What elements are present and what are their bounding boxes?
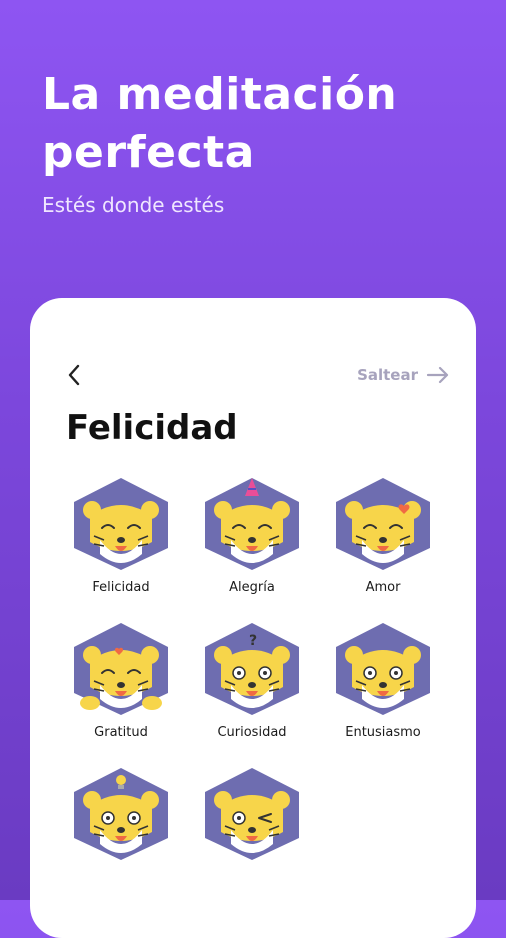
- phone-screen: Saltear Felicidad Felicidad Alegría Amor Gr…: [30, 298, 476, 938]
- emotion-tile-0[interactable]: Felicidad: [70, 476, 172, 595]
- svg-text:?: ?: [249, 633, 257, 649]
- emotion-tile-7[interactable]: [201, 766, 303, 862]
- emotion-label: Curiosidad: [217, 725, 287, 740]
- emotion-label: Gratitud: [94, 725, 148, 740]
- curious-tiger-icon: ?: [201, 621, 303, 717]
- hero-title: La meditación perfecta: [42, 69, 398, 178]
- emotion-label: Felicidad: [92, 580, 150, 595]
- emotion-label: Entusiasmo: [345, 725, 421, 740]
- page-title: Felicidad: [66, 408, 238, 448]
- emotion-label: Amor: [365, 580, 401, 595]
- emotion-tile-4[interactable]: ? Curiosidad: [201, 621, 303, 740]
- idea-tiger-icon: [70, 766, 172, 862]
- emotion-tile-2[interactable]: Amor: [332, 476, 434, 595]
- grateful-tiger-icon: [70, 621, 172, 717]
- emotion-tile-1[interactable]: Alegría: [201, 476, 303, 595]
- emotion-tile-5[interactable]: Entusiasmo: [332, 621, 434, 740]
- hero-subtitle: Estés donde estés: [42, 193, 225, 217]
- wink-tiger-icon: [201, 766, 303, 862]
- happy-tiger-icon: [70, 476, 172, 572]
- emotion-tile-3[interactable]: Gratitud: [70, 621, 172, 740]
- chevron-left-icon: [68, 364, 80, 386]
- skip-label: Saltear: [357, 366, 418, 384]
- back-button[interactable]: [62, 362, 86, 388]
- party-tiger-icon: [201, 476, 303, 572]
- emotion-label: Alegría: [229, 580, 275, 595]
- emotion-tile-6[interactable]: [70, 766, 172, 862]
- love-tiger-icon: [332, 476, 434, 572]
- emotion-grid: Felicidad Alegría Amor Gratitud? Curiosidad E…: [70, 476, 434, 862]
- skip-button[interactable]: Saltear: [357, 362, 450, 388]
- excited-tiger-icon: [332, 621, 434, 717]
- arrow-right-icon: [426, 366, 449, 384]
